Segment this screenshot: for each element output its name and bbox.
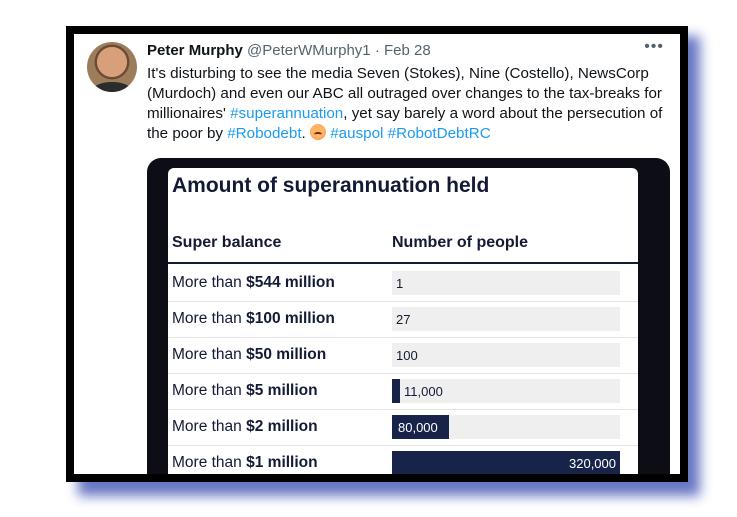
row-label-amount: $5 million bbox=[246, 382, 318, 399]
bar-track: 100 bbox=[392, 343, 620, 367]
row-label-prefix: More than bbox=[172, 418, 247, 435]
header-rule bbox=[168, 262, 638, 264]
row-label: More than $50 million bbox=[172, 346, 326, 364]
row-label: More than $100 million bbox=[172, 310, 335, 328]
bar-track: 27 bbox=[392, 307, 620, 331]
tweet-date[interactable]: Feb 28 bbox=[384, 42, 431, 59]
row-label-prefix: More than bbox=[172, 382, 247, 399]
hashtag-robotdebtrc[interactable]: #RobotDebtRC bbox=[388, 125, 491, 142]
tweet-header: Peter Murphy @PeterWMurphy1 · Feb 28 bbox=[147, 42, 431, 59]
tweet-text: It's disturbing to see the media Seven (… bbox=[147, 64, 667, 144]
avatar[interactable] bbox=[87, 42, 137, 92]
table-row: More than $544 million 1 bbox=[168, 265, 638, 302]
row-label-prefix: More than bbox=[172, 310, 247, 327]
hashtag-robodebt[interactable]: #Robodebt bbox=[227, 125, 301, 142]
table-row: More than $5 million 11,000 bbox=[168, 373, 638, 410]
hashtag-auspol[interactable]: #auspol bbox=[330, 125, 383, 142]
bar-track: 80,000 bbox=[392, 415, 620, 439]
author-name[interactable]: Peter Murphy bbox=[147, 42, 243, 59]
row-label-amount: $2 million bbox=[246, 418, 318, 435]
angry-face-icon bbox=[310, 124, 326, 140]
row-label: More than $1 million bbox=[172, 454, 318, 472]
tweet-text-part: . bbox=[301, 125, 310, 142]
row-label-amount: $50 million bbox=[246, 346, 327, 363]
bar-value-label: 11,000 bbox=[404, 384, 443, 399]
bar-value-label: 27 bbox=[396, 312, 411, 327]
bar-track: 1 bbox=[392, 271, 620, 295]
super-table-card: Amount of superannuation held Super bala… bbox=[168, 168, 638, 474]
row-label-amount: $100 million bbox=[246, 310, 335, 327]
bar-track: 320,000 bbox=[392, 451, 620, 474]
row-label: More than $544 million bbox=[172, 274, 335, 292]
table-title: Amount of superannuation held bbox=[172, 174, 490, 197]
bar-track: 11,000 bbox=[392, 379, 620, 403]
column-header-balance: Super balance bbox=[172, 234, 282, 251]
author-handle[interactable]: @PeterWMurphy1 bbox=[247, 42, 371, 59]
header-separator: · bbox=[374, 42, 380, 59]
table-row: More than $1 million 320,000 bbox=[168, 445, 638, 474]
row-label-prefix: More than bbox=[172, 454, 247, 471]
bar-value-label: 80,000 bbox=[398, 420, 438, 435]
more-options-icon[interactable]: ••• bbox=[644, 38, 664, 56]
row-label-amount: $544 million bbox=[246, 274, 335, 291]
row-label-prefix: More than bbox=[172, 274, 247, 291]
tweet-media-image[interactable]: Amount of superannuation held Super bala… bbox=[147, 158, 670, 474]
column-header-people: Number of people bbox=[392, 234, 529, 251]
bar-value-label: 1 bbox=[396, 276, 404, 291]
row-label: More than $2 million bbox=[172, 418, 318, 436]
table-row: More than $50 million 100 bbox=[168, 337, 638, 374]
row-label: More than $5 million bbox=[172, 382, 318, 400]
bar-value-label: 320,000 bbox=[569, 456, 616, 471]
tweet-card[interactable]: Peter Murphy @PeterWMurphy1 · Feb 28 •••… bbox=[74, 34, 680, 474]
table-row: More than $2 million 80,000 bbox=[168, 409, 638, 446]
row-label-amount: $1 million bbox=[246, 454, 318, 471]
bar-fill bbox=[392, 379, 400, 403]
bar-value-label: 100 bbox=[396, 348, 418, 363]
table-row: More than $100 million 27 bbox=[168, 301, 638, 338]
screenshot-frame: Peter Murphy @PeterWMurphy1 · Feb 28 •••… bbox=[66, 26, 688, 482]
hashtag-superannuation[interactable]: #superannuation bbox=[230, 105, 343, 122]
row-label-prefix: More than bbox=[172, 346, 247, 363]
